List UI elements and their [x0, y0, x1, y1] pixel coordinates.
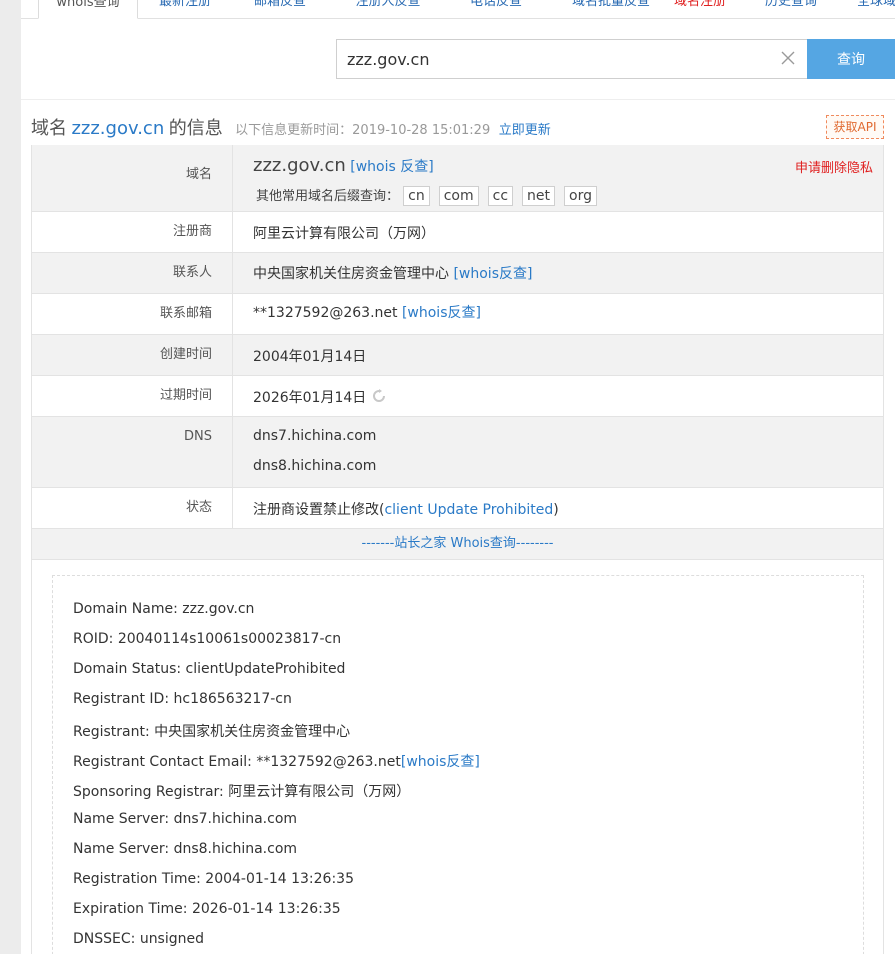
whois-info-table: 域名 zzz.gov.cn [whois 反查] 其他常用域名后缀查询： cn c… — [31, 145, 884, 560]
raw-line: Expiration Time: 2026-01-14 13:26:35 — [73, 901, 341, 917]
suffix-cc[interactable]: cc — [487, 186, 514, 206]
update-now-link[interactable]: 立即更新 — [499, 123, 551, 138]
status-link[interactable]: client Update Prohibited — [384, 502, 553, 518]
suffix-org[interactable]: org — [564, 186, 597, 206]
row-dns: DNS dns7.hichina.com dns8.hichina.com — [32, 417, 883, 488]
divider — [21, 99, 895, 100]
contact-value: 中央国家机关住房资金管理中心 — [253, 266, 449, 282]
label-contact: 联系人 — [32, 253, 233, 293]
label-registrar: 注册商 — [32, 212, 233, 252]
title-suffix: 的信息 — [168, 118, 223, 139]
row-registrar: 注册商 阿里云计算有限公司（万网） — [32, 212, 883, 253]
delete-privacy-link[interactable]: 申请删除隐私 — [795, 157, 873, 176]
raw-line: Name Server: dns8.hichina.com — [73, 841, 298, 857]
dns-1-value: dns7.hichina.com — [253, 428, 377, 444]
email-whois-reverse-link[interactable]: [whois反查] — [402, 305, 481, 321]
raw-line: Name Server: dns7.hichina.com — [73, 811, 298, 827]
update-time: 以下信息更新时间：2019-10-28 15:01:29 — [235, 123, 491, 138]
status-prefix: 注册商设置禁止修改( — [253, 502, 385, 518]
left-gutter — [0, 0, 21, 954]
domain-whois-reverse-link[interactable]: [whois 反查] — [350, 159, 433, 175]
email-value: **1327592@263.net — [253, 305, 398, 321]
row-email: 联系邮箱 **1327592@263.net [whois反查] — [32, 294, 883, 335]
get-api-button[interactable]: 获取API — [826, 115, 884, 139]
other-suffix-label: 其他常用域名后缀查询： — [256, 189, 400, 204]
raw-line: Domain Status: clientUpdateProhibited — [73, 661, 346, 677]
page-title: 域名 zzz.gov.cn 的信息 以下信息更新时间：2019-10-28 15… — [31, 114, 551, 140]
tab-latest-registration[interactable]: 最新注册 — [140, 0, 230, 19]
row-created: 创建时间 2004年01月14日 — [32, 335, 883, 376]
row-contact: 联系人 中央国家机关住房资金管理中心 [whois反查] — [32, 253, 883, 294]
raw-line: ROID: 20040114s10061s00023817-cn — [73, 631, 342, 647]
search-button[interactable]: 查询 — [807, 39, 895, 79]
raw-line: Registration Time: 2004-01-14 13:26:35 — [73, 871, 354, 887]
close-icon[interactable] — [779, 49, 797, 67]
label-dns: DNS — [32, 417, 233, 487]
title-prefix: 域名 — [31, 118, 67, 139]
tab-global[interactable]: 全球域 — [846, 0, 895, 19]
title-domain[interactable]: zzz.gov.cn — [71, 118, 164, 139]
search-input[interactable] — [337, 40, 767, 78]
expires-value: 2026年01月14日 — [253, 390, 367, 406]
raw-line: Sponsoring Registrar: 阿里云计算有限公司（万网） — [73, 784, 411, 800]
dns-2-value: dns8.hichina.com — [253, 458, 377, 474]
refresh-icon[interactable] — [371, 388, 387, 404]
label-domain: 域名 — [32, 145, 233, 211]
chinaz-divider: -------站长之家 Whois查询-------- — [32, 529, 883, 560]
page: whois查询 最新注册 邮箱反查 注册人反查 电话反查 域名批量反查 域名注册… — [21, 0, 895, 954]
tab-email-reverse[interactable]: 邮箱反查 — [230, 0, 330, 19]
suffix-cn[interactable]: cn — [403, 186, 430, 206]
tab-whois[interactable]: whois查询 — [38, 0, 138, 19]
raw-whois-section: Domain Name: zzz.gov.cn ROID: 20040114s1… — [31, 560, 884, 954]
search-box — [336, 39, 808, 79]
raw-line: Registrant: 中央国家机关住房资金管理中心 — [73, 724, 351, 740]
tab-phone-reverse[interactable]: 电话反查 — [441, 0, 551, 19]
created-value: 2004年01月14日 — [253, 349, 367, 365]
registrar-value: 阿里云计算有限公司（万网） — [253, 226, 435, 242]
suffix-net[interactable]: net — [522, 186, 556, 206]
label-created: 创建时间 — [32, 335, 233, 375]
status-suffix: ) — [553, 502, 559, 518]
tab-domain-register[interactable]: 域名注册 — [655, 0, 745, 19]
contact-whois-reverse-link[interactable]: [whois反查] — [453, 266, 532, 282]
raw-line: DNSSEC: unsigned — [73, 931, 205, 947]
row-status: 状态 注册商设置禁止修改(client Update Prohibited) — [32, 488, 883, 529]
raw-line: Domain Name: zzz.gov.cn — [73, 601, 255, 617]
tab-bar: whois查询 最新注册 邮箱反查 注册人反查 电话反查 域名批量反查 域名注册… — [21, 0, 895, 19]
tab-registrant-reverse[interactable]: 注册人反查 — [333, 0, 443, 19]
label-expires: 过期时间 — [32, 376, 233, 416]
label-email: 联系邮箱 — [32, 294, 233, 334]
raw-email-line: Registrant Contact Email: **1327592@263.… — [73, 754, 401, 770]
tab-history[interactable]: 历史查询 — [746, 0, 836, 19]
raw-email-whois-link[interactable]: [whois反查] — [401, 754, 480, 770]
label-status: 状态 — [32, 488, 233, 528]
suffix-com[interactable]: com — [438, 186, 479, 206]
raw-line: Registrant ID: hc186563217-cn — [73, 691, 292, 707]
domain-value: zzz.gov.cn — [253, 155, 346, 176]
row-domain: 域名 zzz.gov.cn [whois 反查] 其他常用域名后缀查询： cn c… — [32, 145, 883, 212]
row-expires: 过期时间 2026年01月14日 — [32, 376, 883, 417]
raw-whois-box: Domain Name: zzz.gov.cn ROID: 20040114s1… — [52, 575, 864, 954]
